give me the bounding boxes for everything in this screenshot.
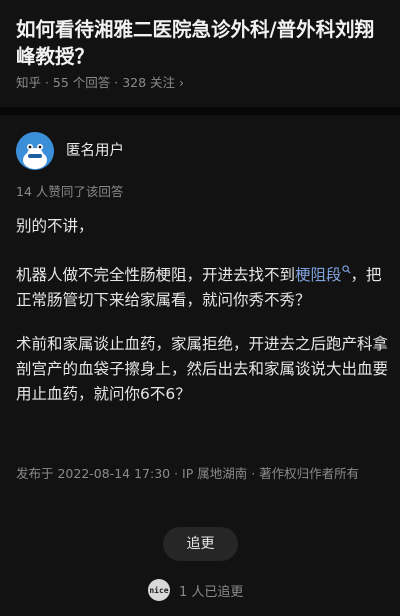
follower-avatar: nice	[148, 579, 170, 601]
section-divider	[0, 107, 400, 115]
follower-summary[interactable]: nice 1 人已追更	[148, 578, 243, 602]
publish-info: 发布于 2022-08-14 17:30 · IP 属地湖南 · 著作权归作者所…	[16, 466, 360, 481]
answer-body: 别的不讲， 机器人做不完全性肠梗阻，开进去找不到梗阻段 ，把正常肠管切下来给家属看…	[16, 214, 388, 426]
question-meta[interactable]: 知乎 · 55 个回答 · 328 关注 ›	[16, 74, 184, 92]
question-title[interactable]: 如何看待湘雅二医院急诊外科/普外科刘翔峰教授？	[16, 16, 384, 70]
answer-paragraph: 别的不讲，	[16, 217, 94, 235]
upvote-count: 14 人赞同了该回答	[16, 184, 124, 199]
follower-count: 1 人已追更	[179, 584, 244, 600]
follow-button[interactable]: 追更	[163, 527, 238, 561]
author-name[interactable]: 匿名用户	[66, 141, 124, 161]
search-icon[interactable]	[341, 264, 351, 277]
answer-paragraph: 术前和家属谈止血药，家属拒绝，开进去之后跑产科拿剖宫产的血袋子擦身上，然后出去和…	[16, 335, 389, 404]
keyword-link[interactable]: 梗阻段	[295, 266, 342, 284]
anonymous-avatar-icon[interactable]	[16, 132, 54, 170]
answer-text: 机器人做不完全性肠梗阻，开进去找不到	[16, 266, 296, 285]
answer-paragraph: 机器人做不完全性肠梗阻，开进去找不到梗阻段 ，把正常肠管切下来给家属看，就问你秀不…	[16, 258, 388, 313]
